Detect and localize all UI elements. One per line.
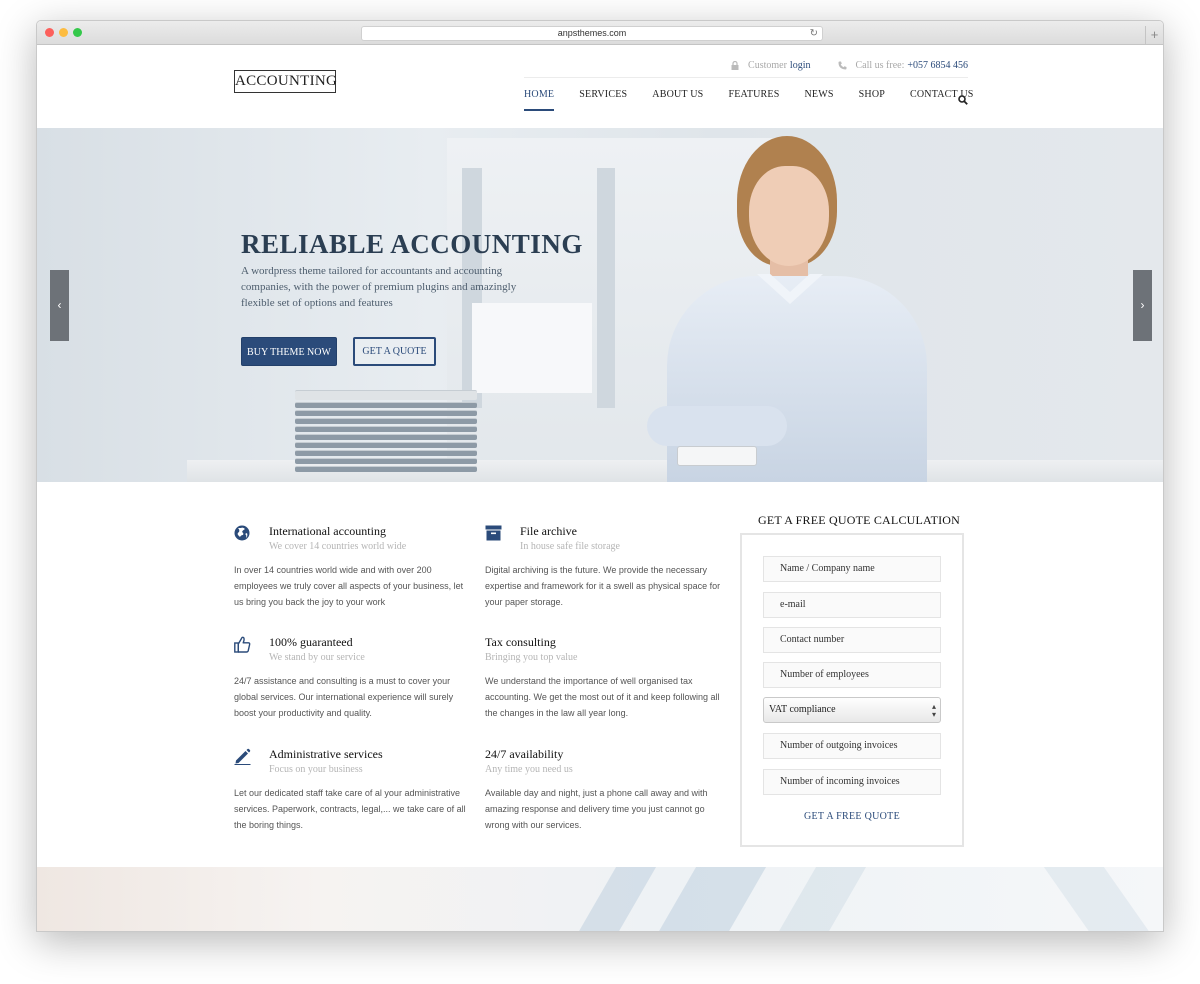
- feature-subtitle: Any time you need us: [485, 764, 573, 775]
- get-free-quote-button[interactable]: GET A FREE QUOTE: [763, 811, 941, 822]
- quote-form: Name / Company name e-mail Contact numbe…: [740, 533, 964, 847]
- feature-text: We understand the importance of well org…: [485, 676, 720, 718]
- hero-person-photo: [627, 136, 927, 482]
- lock-icon: [731, 60, 739, 70]
- buy-theme-button[interactable]: BUY THEME NOW: [241, 337, 337, 366]
- pencil-icon: [234, 748, 252, 766]
- hero-text: A wordpress theme tailored for accountan…: [241, 265, 517, 309]
- hero-title: RELIABLE ACCOUNTING: [241, 229, 583, 259]
- phone-icon: [838, 61, 847, 70]
- feature-subtitle: Focus on your business: [269, 764, 363, 775]
- feature-text: Available day and night, just a phone ca…: [485, 788, 708, 830]
- nav-about-us[interactable]: ABOUT US: [652, 89, 703, 109]
- reload-icon[interactable]: ↻: [810, 27, 818, 40]
- customer-login: Customer login: [731, 60, 810, 71]
- paper-sheet: [295, 458, 477, 464]
- address-bar-url: anpsthemes.com: [557, 28, 627, 38]
- hero-slider: RELIABLE ACCOUNTING A wordpress theme ta…: [37, 128, 1163, 482]
- new-tab-button[interactable]: +: [1145, 26, 1163, 45]
- email-field[interactable]: e-mail: [763, 592, 941, 618]
- vat-compliance-select[interactable]: VAT compliance ▴ ▾: [763, 697, 941, 723]
- feature-text: 24/7 assistance and consulting is a must…: [234, 676, 454, 718]
- band-stripe: [777, 867, 867, 931]
- person-arm: [647, 406, 787, 446]
- quote-form-title: GET A FREE QUOTE CALCULATION: [758, 513, 961, 527]
- feature-text: Let our dedicated staff take care of al …: [234, 788, 466, 830]
- site-logo[interactable]: ACCOUNTING: [234, 70, 337, 93]
- hero-paper-stack: [295, 390, 477, 478]
- contact-number-field[interactable]: Contact number: [763, 627, 941, 653]
- band-stripe: [657, 867, 767, 931]
- band-stripe: [1043, 867, 1151, 931]
- feature-title: 100% guaranteed: [269, 635, 353, 649]
- next-section-background: [37, 867, 1163, 931]
- top-bar: Customer login Call us free: +057 6854 4…: [703, 57, 968, 73]
- incoming-invoices-field[interactable]: Number of incoming invoices: [763, 769, 941, 795]
- feature-title: 24/7 availability: [485, 747, 564, 761]
- nav-news[interactable]: NEWS: [805, 89, 834, 109]
- person-face: [749, 166, 829, 266]
- browser-toolbar: anpsthemes.com ↻ +: [37, 21, 1163, 45]
- customer-label: Customer: [748, 59, 787, 71]
- paper-sheet: [295, 450, 477, 456]
- paper-sheet: [295, 410, 477, 416]
- main-nav: HOME SERVICES ABOUT US FEATURES NEWS SHO…: [524, 89, 999, 111]
- paper-sheet: [295, 426, 477, 432]
- name-company-field[interactable]: Name / Company name: [763, 556, 941, 582]
- nav-features[interactable]: FEATURES: [728, 89, 779, 109]
- paper-sheet: [295, 442, 477, 448]
- call-us: Call us free: +057 6854 456: [838, 60, 968, 71]
- vat-compliance-value: VAT compliance: [769, 704, 836, 715]
- feature-subtitle: We cover 14 countries world wide: [269, 541, 407, 552]
- header-divider: [524, 77, 968, 78]
- select-arrows-icon: ▴ ▾: [931, 702, 936, 719]
- nav-services[interactable]: SERVICES: [579, 89, 627, 109]
- phone-number[interactable]: +057 6854 456: [907, 60, 968, 71]
- employees-field[interactable]: Number of employees: [763, 662, 941, 688]
- band-stripe: [577, 867, 657, 931]
- feature-title: Tax consulting: [485, 635, 556, 649]
- login-link[interactable]: login: [790, 60, 811, 71]
- web-page: ACCOUNTING Customer login Call us free: …: [37, 45, 1163, 931]
- browser-window: anpsthemes.com ↻ + ACCOUNTING Customer l…: [36, 20, 1164, 932]
- search-icon[interactable]: [958, 92, 968, 105]
- feature-text: In over 14 countries world wide and with…: [234, 565, 464, 607]
- minimize-window-button[interactable]: [59, 28, 68, 37]
- nav-shop[interactable]: SHOP: [859, 89, 885, 109]
- hero-background-cabinet: [472, 303, 592, 393]
- paper-sheet: [295, 418, 477, 424]
- feature-title: International accounting: [269, 524, 386, 538]
- close-window-button[interactable]: [45, 28, 54, 37]
- hero-calculator: [677, 446, 757, 466]
- feature-title: File archive: [520, 524, 577, 538]
- paper-sheet: [295, 390, 477, 400]
- feature-subtitle: In house safe file storage: [520, 541, 620, 552]
- archive-icon: [485, 525, 503, 543]
- feature-title: Administrative services: [269, 747, 383, 761]
- hero-background-shelf-post: [597, 168, 615, 408]
- paper-sheet: [295, 466, 477, 472]
- globe-icon: [234, 525, 252, 543]
- get-quote-button[interactable]: GET A QUOTE: [353, 337, 436, 366]
- slider-prev-arrow[interactable]: ‹: [50, 270, 69, 341]
- feature-subtitle: Bringing you top value: [485, 652, 578, 663]
- nav-home[interactable]: HOME: [524, 89, 555, 111]
- outgoing-invoices-field[interactable]: Number of outgoing invoices: [763, 733, 941, 759]
- address-bar[interactable]: anpsthemes.com ↻: [361, 26, 823, 41]
- feature-subtitle: We stand by our service: [269, 652, 365, 663]
- feature-text: Digital archiving is the future. We prov…: [485, 565, 721, 607]
- call-label: Call us free:: [855, 59, 905, 71]
- thumbs-up-icon: [234, 636, 252, 654]
- paper-sheet: [295, 434, 477, 440]
- paper-sheet: [295, 402, 477, 408]
- slider-next-arrow[interactable]: ›: [1133, 270, 1152, 341]
- zoom-window-button[interactable]: [73, 28, 82, 37]
